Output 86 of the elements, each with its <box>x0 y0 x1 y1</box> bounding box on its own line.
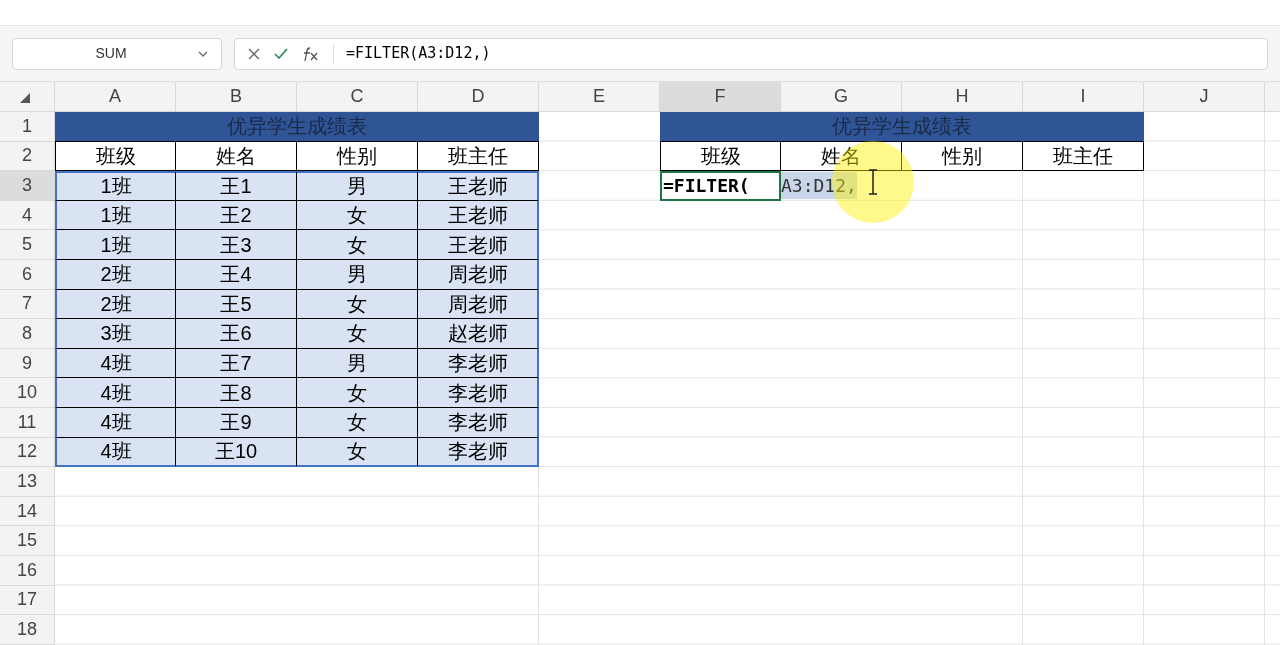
header-cell: 班级 <box>660 141 781 172</box>
row-header[interactable]: 16 <box>0 555 55 586</box>
formula-bar[interactable]: =FILTER(A3:D12,) <box>234 37 1268 70</box>
column-header[interactable]: B <box>176 82 297 112</box>
table-cell: 4班 <box>55 437 176 468</box>
formula-text: =FILTER(A3:D12,) <box>346 43 491 65</box>
table-cell: 李老师 <box>418 378 539 408</box>
row-header[interactable]: 5 <box>0 230 55 260</box>
table-cell: 4班 <box>55 378 176 408</box>
table-cell: 王3 <box>176 230 297 260</box>
header-cell: 班级 <box>55 141 176 172</box>
table-cell: 男 <box>297 259 418 290</box>
table-cell: 王6 <box>176 319 297 349</box>
table-cell: 2班 <box>55 289 176 320</box>
row-header[interactable]: 13 <box>0 467 55 497</box>
select-all-icon[interactable] <box>20 93 30 103</box>
header-cell: 班主任 <box>418 141 539 172</box>
table-cell: 男 <box>297 171 418 201</box>
row-header[interactable]: 8 <box>0 319 55 349</box>
table-cell: 王4 <box>176 259 297 290</box>
row-header[interactable]: 15 <box>0 526 55 556</box>
table-cell: 李老师 <box>418 437 539 468</box>
column-header[interactable]: I <box>1023 82 1144 112</box>
column-header[interactable]: G <box>781 82 902 112</box>
row-header[interactable]: 6 <box>0 259 55 290</box>
row-header[interactable]: 14 <box>0 496 55 527</box>
table-title: 优异学生成绩表 <box>55 112 539 142</box>
row-header[interactable]: 17 <box>0 585 55 616</box>
row-header[interactable]: 2 <box>0 141 55 172</box>
table-cell: 1班 <box>55 200 176 231</box>
table-cell: 王老师 <box>418 230 539 260</box>
table-cell: 王8 <box>176 378 297 408</box>
table-cell: 王1 <box>176 171 297 201</box>
column-header[interactable]: A <box>55 82 176 112</box>
table-cell: 李老师 <box>418 407 539 438</box>
row-header[interactable]: 9 <box>0 348 55 379</box>
row-header[interactable]: 10 <box>0 378 55 408</box>
table-cell: 4班 <box>55 348 176 379</box>
row-header[interactable]: 18 <box>0 615 55 645</box>
table-cell: 1班 <box>55 230 176 260</box>
column-header[interactable]: D <box>418 82 539 112</box>
row-header[interactable]: 3 <box>0 171 55 201</box>
table-cell: 王2 <box>176 200 297 231</box>
table-cell: 女 <box>297 200 418 231</box>
column-header[interactable]: J <box>1144 82 1265 112</box>
table-cell: 王5 <box>176 289 297 320</box>
table-cell: 王9 <box>176 407 297 438</box>
row-header[interactable]: 7 <box>0 289 55 320</box>
table-cell: 女 <box>297 319 418 349</box>
active-cell[interactable]: =FILTER( <box>660 171 781 201</box>
table-cell: 女 <box>297 289 418 320</box>
row-header[interactable]: 4 <box>0 200 55 231</box>
column-header[interactable]: H <box>902 82 1023 112</box>
table-cell: 王10 <box>176 437 297 468</box>
check-icon[interactable] <box>273 46 289 61</box>
table-cell: 女 <box>297 230 418 260</box>
table-cell: 王老师 <box>418 171 539 201</box>
table-cell: 4班 <box>55 407 176 438</box>
column-header[interactable]: E <box>539 82 660 112</box>
table-cell: 女 <box>297 378 418 408</box>
table-cell: 2班 <box>55 259 176 290</box>
table-cell: 周老师 <box>418 259 539 290</box>
table-cell: 赵老师 <box>418 319 539 349</box>
row-header[interactable]: 11 <box>0 407 55 438</box>
table-cell: 王老师 <box>418 200 539 231</box>
text-cursor-icon <box>868 169 878 195</box>
name-box[interactable]: SUM <box>12 37 222 70</box>
table-cell: 周老师 <box>418 289 539 320</box>
header-cell: 姓名 <box>781 141 902 172</box>
close-icon[interactable] <box>247 46 261 61</box>
table-cell: 女 <box>297 437 418 468</box>
table-title: 优异学生成绩表 <box>660 112 1144 142</box>
table-cell: 3班 <box>55 319 176 349</box>
header-cell: 班主任 <box>1023 141 1144 172</box>
table-cell: 女 <box>297 407 418 438</box>
row-header[interactable]: 1 <box>0 112 55 142</box>
header-cell: 姓名 <box>176 141 297 172</box>
table-cell: 李老师 <box>418 348 539 379</box>
header-cell: 性别 <box>297 141 418 172</box>
row-header[interactable]: 12 <box>0 437 55 468</box>
table-cell: 王7 <box>176 348 297 379</box>
table-cell: 1班 <box>55 171 176 201</box>
header-cell: 性别 <box>902 141 1023 172</box>
table-cell: 男 <box>297 348 418 379</box>
column-header[interactable]: F <box>660 82 781 112</box>
column-header[interactable]: C <box>297 82 418 112</box>
